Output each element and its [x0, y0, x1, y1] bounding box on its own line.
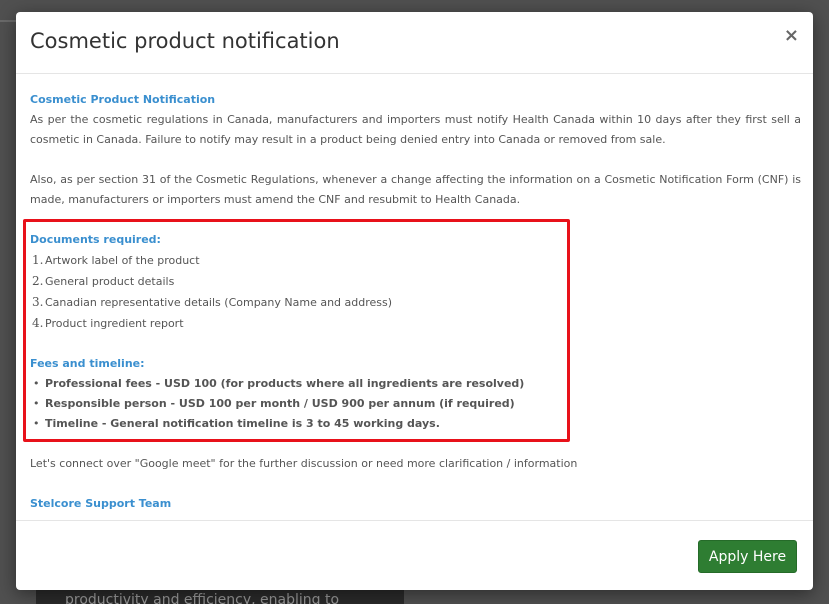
modal-body: Cosmetic Product Notification As per the… — [23, 90, 801, 514]
notification-modal: Cosmetic product notification × Cosmetic… — [16, 12, 813, 590]
intro-paragraph: As per the cosmetic regulations in Canad… — [30, 113, 801, 146]
background-text: productivity and efficiency, enabling to — [65, 592, 340, 604]
section-heading: Cosmetic Product Notification — [30, 93, 216, 106]
highlight-box — [23, 219, 570, 442]
apply-button[interactable]: Apply Here — [698, 540, 797, 573]
modal-header: Cosmetic product notification × — [16, 12, 813, 74]
close-icon[interactable]: × — [784, 27, 799, 45]
contact-text: Let's connect over "Google meet" for the… — [30, 457, 578, 470]
modal-footer: Apply Here — [16, 520, 813, 590]
amend-paragraph: Also, as per section 31 of the Cosmetic … — [30, 173, 801, 206]
modal-title: Cosmetic product notification — [30, 29, 340, 53]
support-team-signature: Stelcore Support Team — [30, 497, 172, 510]
